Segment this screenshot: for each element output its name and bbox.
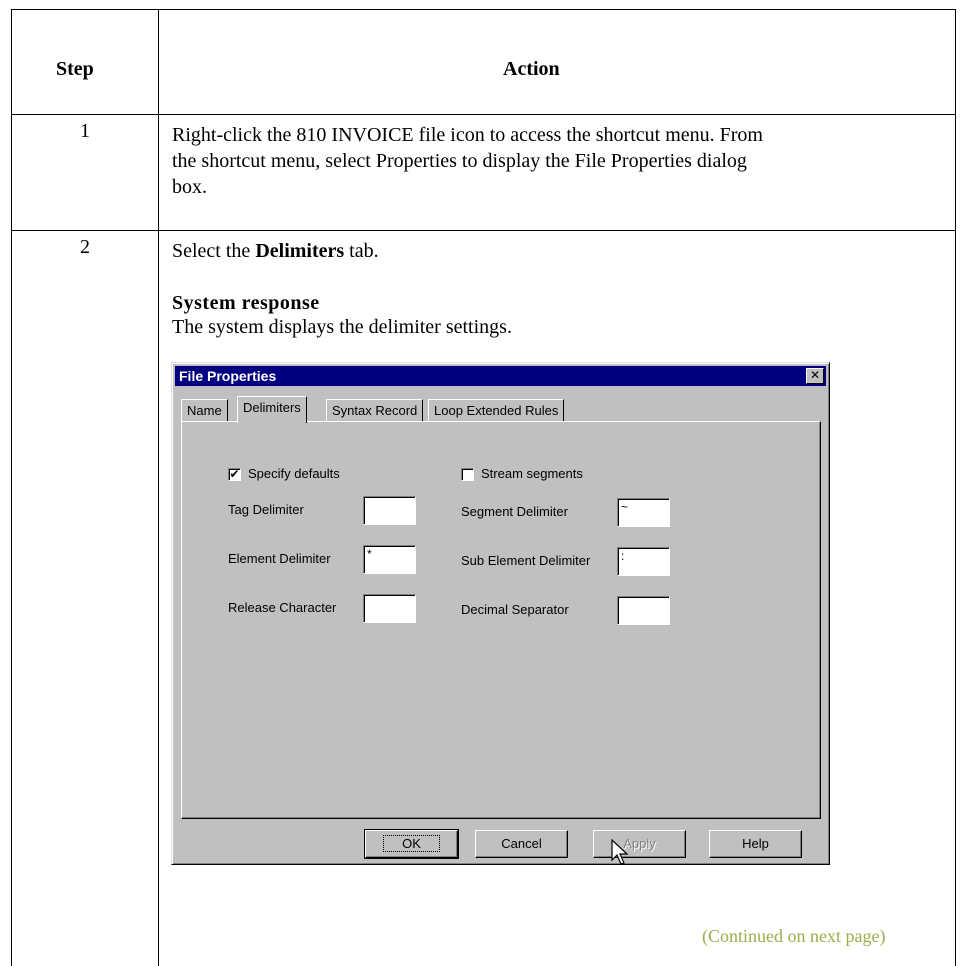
stream-segments-checkbox[interactable]	[461, 468, 474, 481]
step-2-pre: Select the	[172, 240, 256, 262]
tag-delimiter-field[interactable]	[363, 496, 416, 525]
decimal-separator-label: Decimal Separator	[461, 602, 569, 617]
step-1-line-2: the shortcut menu, select Properties to …	[172, 150, 747, 172]
step-1-line-3: box.	[172, 176, 207, 198]
tab-loop-extended-rules[interactable]: Loop Extended Rules	[428, 399, 565, 422]
dialog-title: File Properties	[179, 368, 277, 384]
segment-delimiter-field[interactable]: ~	[617, 498, 670, 527]
sub-element-delimiter-field[interactable]: :	[617, 547, 670, 576]
ok-button-label: OK	[383, 835, 440, 852]
header-divider	[12, 114, 955, 115]
help-button[interactable]: Help	[709, 830, 802, 858]
column-divider	[158, 10, 159, 966]
row-divider	[12, 230, 955, 231]
element-delimiter-field[interactable]: *	[363, 545, 416, 574]
release-character-label: Release Character	[228, 600, 337, 615]
step-number-1: 1	[80, 120, 90, 142]
dialog-titlebar: File Properties ✕	[175, 366, 826, 386]
sub-element-delimiter-label: Sub Element Delimiter	[461, 553, 591, 568]
header-step: Step	[56, 58, 94, 80]
tab-delimiters[interactable]: Delimiters	[237, 396, 307, 423]
release-character-field[interactable]	[363, 594, 416, 623]
specify-defaults-checkbox[interactable]: ✔	[228, 468, 241, 481]
continued-note: (Continued on next page)	[702, 926, 886, 946]
step-2-bold: Delimiters	[255, 240, 345, 262]
step-2-post: tab.	[344, 240, 379, 262]
tag-delimiter-label: Tag Delimiter	[228, 502, 304, 517]
mouse-pointer-icon	[611, 839, 629, 865]
tab-syntax-record[interactable]: Syntax Record	[326, 399, 424, 422]
step-1-text: Right-click the 810 INVOICE file icon to…	[172, 122, 763, 200]
step-1-line-1: Right-click the 810 INVOICE file icon to…	[172, 124, 763, 146]
apply-button[interactable]: Apply	[593, 830, 686, 858]
step-number-2: 2	[80, 236, 90, 258]
ok-button[interactable]: OK	[364, 829, 459, 859]
tab-name[interactable]: Name	[181, 399, 228, 422]
specify-defaults-label: Specify defaults	[248, 466, 340, 481]
segment-delimiter-label: Segment Delimiter	[461, 504, 568, 519]
close-icon[interactable]: ✕	[806, 368, 824, 384]
step-2-instruction: Select the Delimiters tab.	[172, 238, 379, 264]
file-properties-dialog: File Properties ✕ Name Delimiters Syntax…	[171, 362, 830, 865]
decimal-separator-field[interactable]	[617, 596, 670, 625]
header-action: Action	[503, 58, 560, 80]
system-response-heading: System response	[172, 292, 320, 314]
cancel-button[interactable]: Cancel	[475, 830, 568, 858]
element-delimiter-label: Element Delimiter	[228, 551, 331, 566]
stream-segments-label: Stream segments	[481, 466, 583, 481]
system-response-text: The system displays the delimiter settin…	[172, 316, 512, 338]
